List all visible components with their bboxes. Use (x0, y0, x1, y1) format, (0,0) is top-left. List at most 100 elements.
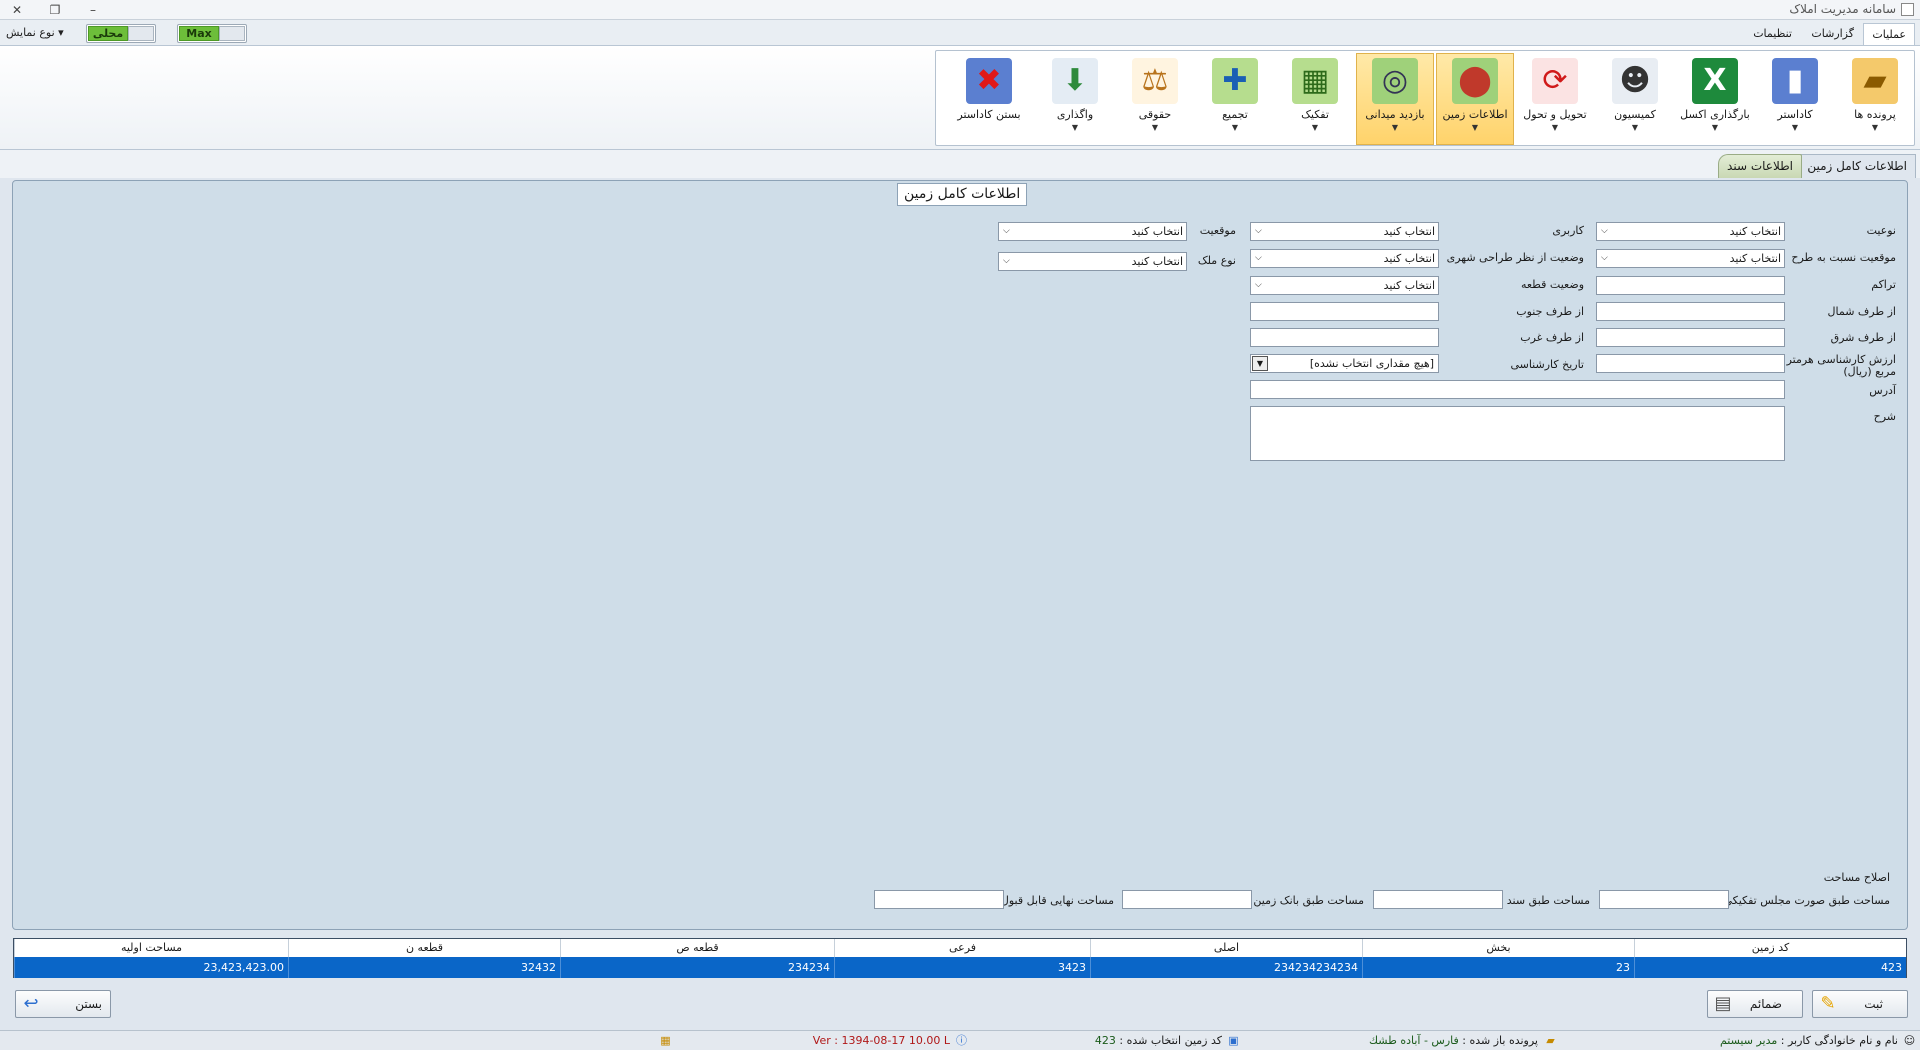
attachments-button[interactable]: ▤ ضمائم (1707, 990, 1803, 1018)
ribbon-split-button[interactable]: ▦ تفکیک ▼ (1276, 53, 1354, 145)
merge-icon: ✚ (1212, 58, 1258, 104)
chevron-down-icon: ⌵ (1003, 256, 1010, 266)
tab-operations[interactable]: عملیات (1863, 23, 1915, 45)
area-by-session-input[interactable] (1599, 890, 1729, 909)
chevron-down-icon: ▼ (1391, 123, 1399, 132)
doctab-deed-info[interactable]: اطلاعات سند (1718, 154, 1802, 178)
table-cell: 32432 (288, 957, 560, 978)
chevron-down-icon: ▼ (1071, 123, 1079, 132)
book-icon: ▮ (1772, 58, 1818, 104)
east-input[interactable] (1596, 328, 1785, 347)
grid-header[interactable]: کد زمین (1634, 939, 1906, 957)
minimize-window-icon[interactable]: – (80, 1, 106, 19)
ribbon-close-cadastre-button[interactable]: ✖ بستن کاداستر (944, 53, 1034, 145)
grid-header[interactable]: قطعه ص (560, 939, 834, 957)
location-select[interactable]: انتخاب کنید ⌵ (998, 222, 1187, 241)
chevron-down-icon: ⌵ (1255, 253, 1262, 263)
status-version: Ver : 1394-08-17 10.00 L (812, 1034, 950, 1047)
plan-position-select[interactable]: انتخاب کنید ⌵ (1596, 249, 1785, 268)
save-button[interactable]: ✎ ثبت (1812, 990, 1908, 1018)
table-row[interactable]: 423 23 234234234234 3423 234234 32432 23… (14, 957, 1906, 978)
local-toggle[interactable]: محلی (86, 24, 156, 43)
north-input[interactable] (1596, 302, 1785, 321)
info-icon[interactable]: ⓘ (955, 1034, 968, 1047)
view-type-dropdown[interactable]: ▾ نوع نمایش (6, 26, 64, 39)
parcel-status-label: وضعیت قطعه (1520, 278, 1584, 291)
density-label: تراکم (1871, 278, 1896, 291)
address-input[interactable] (1250, 380, 1785, 399)
east-label: از طرف شرق (1830, 331, 1896, 344)
grid-header[interactable]: فرعی (834, 939, 1090, 957)
folder-icon: ▰ (1546, 1034, 1555, 1047)
doctab-land-info[interactable]: اطلاعات کامل زمین (1798, 154, 1916, 178)
max-toggle[interactable]: Max (177, 24, 247, 43)
status-bar: ☺ نام و نام خانوادگی کاربر : مدیر سیستم … (0, 1030, 1920, 1050)
property-type-select[interactable]: انتخاب کنید ⌵ (998, 252, 1187, 271)
map-pin-icon: ⬤ (1452, 58, 1498, 104)
table-cell: 234234234234 (1090, 957, 1362, 978)
ribbon-legal-button[interactable]: ⚖ حقوقی ▼ (1116, 53, 1194, 145)
tab-settings[interactable]: تنظیمات (1745, 23, 1800, 45)
status-land-code: کد زمین انتخاب شده : 423 (1094, 1034, 1222, 1047)
south-input[interactable] (1250, 302, 1439, 321)
chevron-down-icon: ▼ (1711, 123, 1719, 132)
chevron-down-icon[interactable]: ▼ (1252, 356, 1268, 371)
chevron-down-icon: ⌵ (1003, 226, 1010, 236)
status-user: نام و نام خانوادگی کاربر : مدیر سیستم (1719, 1034, 1898, 1047)
ribbon: ▰ پرونده ها ▼ ▮ کاداستر ▼ X بارگذاری اکس… (0, 46, 1920, 150)
expert-date-picker[interactable]: [هیچ مقداری انتخاب نشده] ▼ (1250, 354, 1439, 373)
address-label: آدرس (1869, 384, 1896, 397)
ribbon-cadastre-button[interactable]: ▮ کاداستر ▼ (1756, 53, 1834, 145)
area-by-deed-label: مساحت طبق سند (1506, 894, 1590, 907)
area-by-deed-input[interactable] (1373, 890, 1503, 909)
density-input[interactable] (1596, 276, 1785, 295)
grid-header[interactable]: مساحت اولیه (14, 939, 288, 957)
table-cell: 234234 (560, 957, 834, 978)
restore-window-icon[interactable]: ❐ (42, 1, 68, 19)
north-label: از طرف شمال (1827, 305, 1896, 318)
description-textarea[interactable] (1250, 406, 1785, 461)
ribbon-commission-button[interactable]: ☻ کمیسیون ▼ (1596, 53, 1674, 145)
chevron-down-icon: ⌵ (1255, 280, 1262, 290)
status-open-file: پرونده باز شده : فارس - آباده طشك (1369, 1034, 1538, 1047)
tab-reports[interactable]: گزارشات (1803, 23, 1862, 45)
table-cell: 3423 (834, 957, 1090, 978)
area-by-session-label: مساحت طبق صورت مجلس تفکیکی (1723, 894, 1890, 907)
area-correction-label: اصلاح مساحت (1823, 871, 1890, 884)
ribbon-land-info-button[interactable]: ⬤ اطلاعات زمین ▼ (1436, 53, 1514, 145)
grid-header[interactable]: قطعه ن (288, 939, 560, 957)
user-icon: ☺ (1903, 1034, 1916, 1047)
area-by-landbank-label: مساحت طبق بانک زمین (1253, 894, 1364, 907)
table-cell: 423 (1634, 957, 1906, 978)
chevron-down-icon: ▼ (1551, 123, 1559, 132)
west-input[interactable] (1250, 328, 1439, 347)
ribbon-merge-button[interactable]: ✚ تجمیع ▼ (1196, 53, 1274, 145)
ribbon-excel-button[interactable]: X بارگذاری اکسل ▼ (1676, 53, 1754, 145)
grid-header[interactable]: بخش (1362, 939, 1634, 957)
close-window-icon[interactable]: ✕ (4, 1, 30, 19)
keyboard-icon: ▦ (660, 1034, 671, 1047)
parcel-status-select[interactable]: انتخاب کنید ⌵ (1250, 276, 1439, 295)
chevron-down-icon: ▼ (1471, 123, 1479, 132)
type-label: نوعیت (1866, 224, 1896, 237)
ribbon-transfer-button[interactable]: ⬇ واگذاری ▼ (1036, 53, 1114, 145)
close-button[interactable]: ↩ بستن (15, 990, 111, 1018)
chevron-down-icon: ⌵ (1601, 253, 1608, 263)
expert-value-input[interactable] (1596, 354, 1785, 373)
west-label: از طرف غرب (1520, 331, 1584, 344)
transfer-icon: ⬇ (1052, 58, 1098, 104)
area-by-landbank-input[interactable] (1122, 890, 1252, 909)
usage-label: کاربری (1552, 224, 1584, 237)
ribbon-handover-button[interactable]: ⟳ تحویل و تحول ▼ (1516, 53, 1594, 145)
people-icon: ☻ (1612, 58, 1658, 104)
usage-select[interactable]: انتخاب کنید ⌵ (1250, 222, 1439, 241)
urban-status-select[interactable]: انتخاب کنید ⌵ (1250, 249, 1439, 268)
chevron-down-icon: ⌵ (1255, 226, 1262, 236)
menu-tab-row: عملیات گزارشات تنظیمات Max محلی ▾ نوع نم… (0, 20, 1920, 46)
ribbon-field-visit-button[interactable]: ◎ بازدید میدانی ▼ (1356, 53, 1434, 145)
table-cell: 23,423,423.00 (14, 957, 288, 978)
ribbon-files-button[interactable]: ▰ پرونده ها ▼ (1836, 53, 1914, 145)
type-select[interactable]: انتخاب کنید ⌵ (1596, 222, 1785, 241)
grid-header[interactable]: اصلی (1090, 939, 1362, 957)
final-area-input[interactable] (874, 890, 1004, 909)
